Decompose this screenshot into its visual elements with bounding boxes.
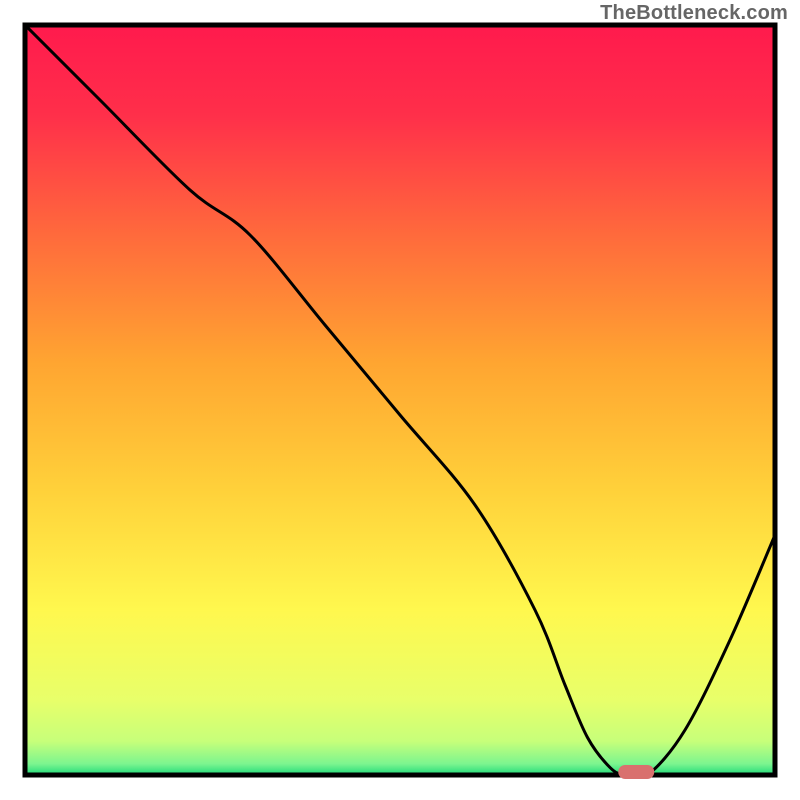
chart-root: TheBottleneck.com xyxy=(0,0,800,800)
attribution-label: TheBottleneck.com xyxy=(600,2,788,25)
minimum-marker xyxy=(618,765,654,779)
chart-svg xyxy=(0,0,800,800)
